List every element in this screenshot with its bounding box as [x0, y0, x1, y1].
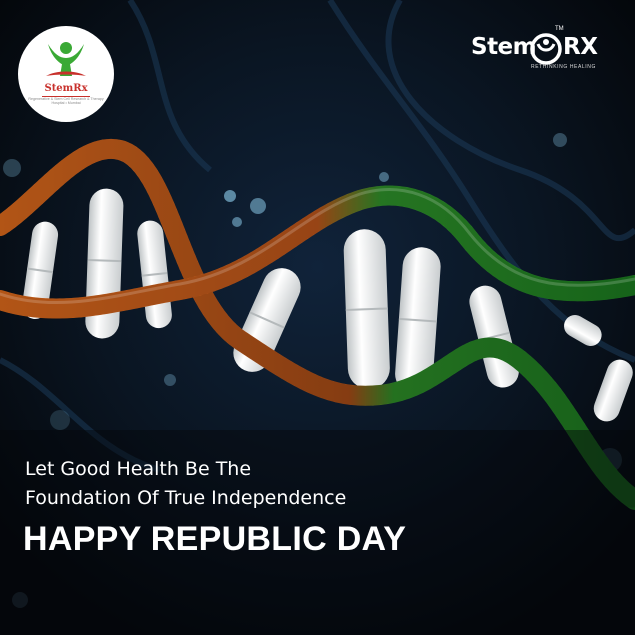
- brand-name-left: Stem: [471, 34, 537, 60]
- brand-trademark: TM: [555, 26, 564, 32]
- stemrx-brand-logo: Stem TM RX RETHINKING HEALING: [471, 26, 611, 74]
- message-caption: Let Good Health Be The Foundation Of Tru…: [25, 455, 346, 513]
- message-line-1: Let Good Health Be The: [25, 458, 252, 480]
- headline: HAPPY REPUBLIC DAY: [23, 520, 407, 558]
- stemrx-badge-logo: StemRx Regenerative & Stem Cell Research…: [18, 26, 114, 122]
- badge-logo-tagline: Regenerative & Stem Cell Research & Ther…: [28, 97, 104, 105]
- figure-circle-icon: [530, 33, 562, 65]
- badge-logo-name: StemRx: [44, 83, 88, 94]
- person-figure-icon: [46, 42, 86, 76]
- message-line-2: Foundation Of True Independence: [25, 487, 347, 509]
- brand-tagline: RETHINKING HEALING: [531, 64, 596, 70]
- brand-name-right: RX: [563, 34, 598, 60]
